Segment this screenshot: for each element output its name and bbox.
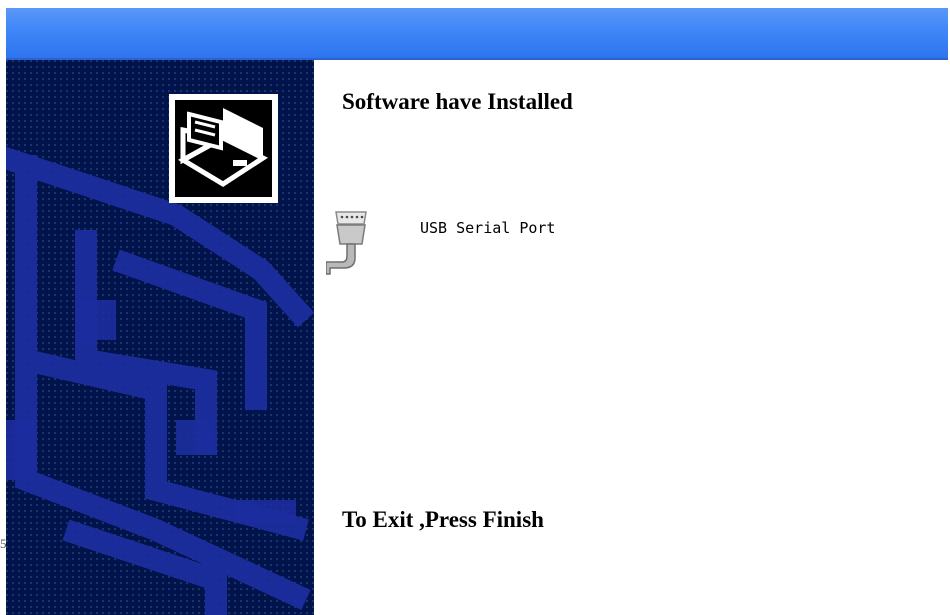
exit-instruction: To Exit ,Press Finish — [342, 507, 544, 532]
title-bar[interactable] — [6, 8, 948, 60]
serial-port-icon — [326, 211, 367, 275]
side-panel — [6, 60, 314, 615]
device-list-item: USB Serial Port — [326, 208, 726, 280]
install-wizard-window: Software have Installed USB Serial Port … — [6, 8, 948, 615]
install-status-heading: Software have Installed — [342, 89, 573, 114]
device-label: USB Serial Port — [420, 219, 556, 237]
install-box-icon — [169, 94, 278, 203]
content-panel: Software have Installed USB Serial Port … — [314, 60, 948, 615]
